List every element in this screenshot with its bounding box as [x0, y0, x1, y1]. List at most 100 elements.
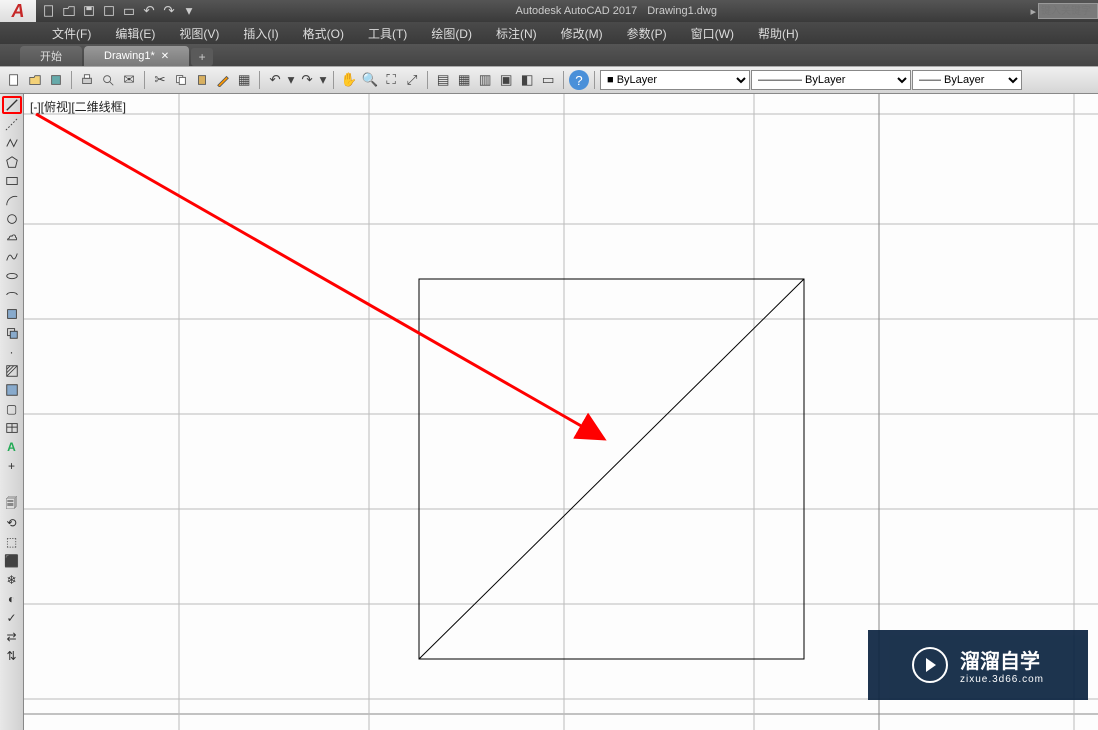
redo-icon[interactable]: ↷ [297, 70, 317, 90]
saveas-icon[interactable] [100, 2, 118, 20]
polyline-icon[interactable] [2, 134, 22, 152]
spline-icon[interactable] [2, 248, 22, 266]
menu-help[interactable]: 帮助(H) [746, 23, 811, 44]
new-icon[interactable] [4, 70, 24, 90]
help-icon[interactable]: ? [569, 70, 589, 90]
menu-format[interactable]: 格式(O) [291, 23, 356, 44]
table-icon[interactable] [2, 419, 22, 437]
layer-change-icon[interactable]: ⇅ [2, 647, 22, 665]
menu-file[interactable]: 文件(F) [40, 23, 103, 44]
layer-prev-icon[interactable]: ⟲ [2, 514, 22, 532]
layer-freeze-icon[interactable]: ❄ [2, 571, 22, 589]
undo-icon[interactable]: ↶ [265, 70, 285, 90]
menu-insert[interactable]: 插入(I) [231, 23, 290, 44]
search-arrow-icon: ▸ [1030, 5, 1036, 18]
work-area: · ▢ A + 🗐 ⟲ ⬚ ⬛ ❄ ◐ ✓ ⇄ ⇅ [-][俯视][二维线框] [0, 94, 1098, 730]
menu-parametric[interactable]: 参数(P) [615, 23, 679, 44]
insert-block-icon[interactable] [2, 305, 22, 323]
hatch-icon[interactable] [2, 362, 22, 380]
arc-icon[interactable] [2, 191, 22, 209]
ellipse-icon[interactable] [2, 267, 22, 285]
menu-view[interactable]: 视图(V) [167, 23, 231, 44]
layer-iso-icon[interactable]: ⬚ [2, 533, 22, 551]
layer-properties-icon[interactable]: 🗐 [2, 495, 22, 513]
design-center-icon[interactable]: ▦ [454, 70, 474, 90]
quickcalc-icon[interactable]: ▭ [538, 70, 558, 90]
mtext-icon[interactable]: A [2, 438, 22, 456]
layer-match-icon[interactable]: ⇄ [2, 628, 22, 646]
watermark-url: zixue.3d66.com [960, 674, 1044, 685]
point-icon[interactable]: · [2, 343, 22, 361]
zoom-window-icon[interactable]: ⛶ [381, 70, 401, 90]
tab-start[interactable]: 开始 [20, 46, 82, 66]
new-tab-button[interactable]: + [191, 48, 213, 66]
menu-dimension[interactable]: 标注(N) [484, 23, 549, 44]
menu-edit[interactable]: 编辑(E) [103, 23, 167, 44]
circle-icon[interactable] [2, 210, 22, 228]
copy-icon[interactable] [171, 70, 191, 90]
lineweight-select[interactable]: —— ByLayer [912, 70, 1022, 90]
tab-close-icon[interactable]: ✕ [161, 51, 169, 62]
paste-icon[interactable] [192, 70, 212, 90]
menu-bar: 文件(F) 编辑(E) 视图(V) 插入(I) 格式(O) 工具(T) 绘图(D… [0, 22, 1098, 44]
zoom-icon[interactable]: 🔍 [360, 70, 380, 90]
tab-start-label: 开始 [40, 48, 62, 64]
open-icon[interactable] [25, 70, 45, 90]
plot-icon[interactable] [120, 2, 138, 20]
play-icon [912, 647, 948, 683]
zoom-extents-icon[interactable]: ⤢ [402, 70, 422, 90]
menu-draw[interactable]: 绘图(D) [419, 23, 484, 44]
title-bar: A ↶ ↷ ▾ Autodesk AutoCAD 2017 Drawing1.d… [0, 0, 1098, 22]
app-name: Autodesk AutoCAD 2017 [516, 5, 638, 17]
block-editor-icon[interactable]: ▦ [234, 70, 254, 90]
menu-window[interactable]: 窗口(W) [679, 23, 746, 44]
annotation-arrow [36, 114, 604, 439]
layer-off-icon[interactable]: ◐ [2, 590, 22, 608]
linetype-select[interactable]: ———— ByLayer [751, 70, 911, 90]
print-icon[interactable] [77, 70, 97, 90]
document-tab-bar: 开始 Drawing1* ✕ + [0, 44, 1098, 66]
polygon-icon[interactable] [2, 153, 22, 171]
app-title: Autodesk AutoCAD 2017 Drawing1.dwg [516, 5, 717, 17]
make-block-icon[interactable] [2, 324, 22, 342]
gradient-icon[interactable] [2, 381, 22, 399]
pan-icon[interactable]: ✋ [339, 70, 359, 90]
construction-line-icon[interactable] [2, 115, 22, 133]
watermark: 溜溜自学 zixue.3d66.com [868, 630, 1088, 700]
redo-dropdown-icon[interactable]: ▾ [318, 70, 328, 90]
layer-color-select[interactable]: ■ ByLayer [600, 70, 750, 90]
app-logo[interactable]: A [0, 0, 36, 22]
menu-modify[interactable]: 修改(M) [549, 23, 615, 44]
save-icon[interactable] [80, 2, 98, 20]
qat-more-icon[interactable]: ▾ [180, 2, 198, 20]
sheetset-icon[interactable]: ▣ [496, 70, 516, 90]
ellipse-arc-icon[interactable] [2, 286, 22, 304]
undo-icon[interactable]: ↶ [140, 2, 158, 20]
new-file-icon[interactable] [40, 2, 58, 20]
properties-icon[interactable]: ▤ [433, 70, 453, 90]
match-prop-icon[interactable] [213, 70, 233, 90]
layer-make-current-icon[interactable]: ✓ [2, 609, 22, 627]
line-tool-icon[interactable] [2, 96, 22, 114]
drawing-canvas[interactable]: [-][俯视][二维线框] [24, 94, 1098, 730]
standard-toolbar: ✉ ✂ ▦ ↶ ▾ ↷ ▾ ✋ 🔍 ⛶ ⤢ ▤ ▦ ▥ ▣ ◧ ▭ ? ■ By… [0, 66, 1098, 94]
rectangle-icon[interactable] [2, 172, 22, 190]
preview-icon[interactable] [98, 70, 118, 90]
tool-palettes-icon[interactable]: ▥ [475, 70, 495, 90]
redo-icon[interactable]: ↷ [160, 2, 178, 20]
revcloud-icon[interactable] [2, 229, 22, 247]
menu-tools[interactable]: 工具(T) [356, 23, 419, 44]
drawn-diagonal [419, 279, 804, 659]
save-icon[interactable] [46, 70, 66, 90]
cut-icon[interactable]: ✂ [150, 70, 170, 90]
file-name: Drawing1.dwg [647, 5, 717, 17]
addselected-icon[interactable]: + [2, 457, 22, 475]
layer-uniso-icon[interactable]: ⬛ [2, 552, 22, 570]
region-icon[interactable]: ▢ [2, 400, 22, 418]
open-file-icon[interactable] [60, 2, 78, 20]
publish-icon[interactable]: ✉ [119, 70, 139, 90]
undo-dropdown-icon[interactable]: ▾ [286, 70, 296, 90]
search-input[interactable] [1038, 3, 1098, 19]
markup-icon[interactable]: ◧ [517, 70, 537, 90]
tab-drawing1[interactable]: Drawing1* ✕ [84, 46, 189, 66]
